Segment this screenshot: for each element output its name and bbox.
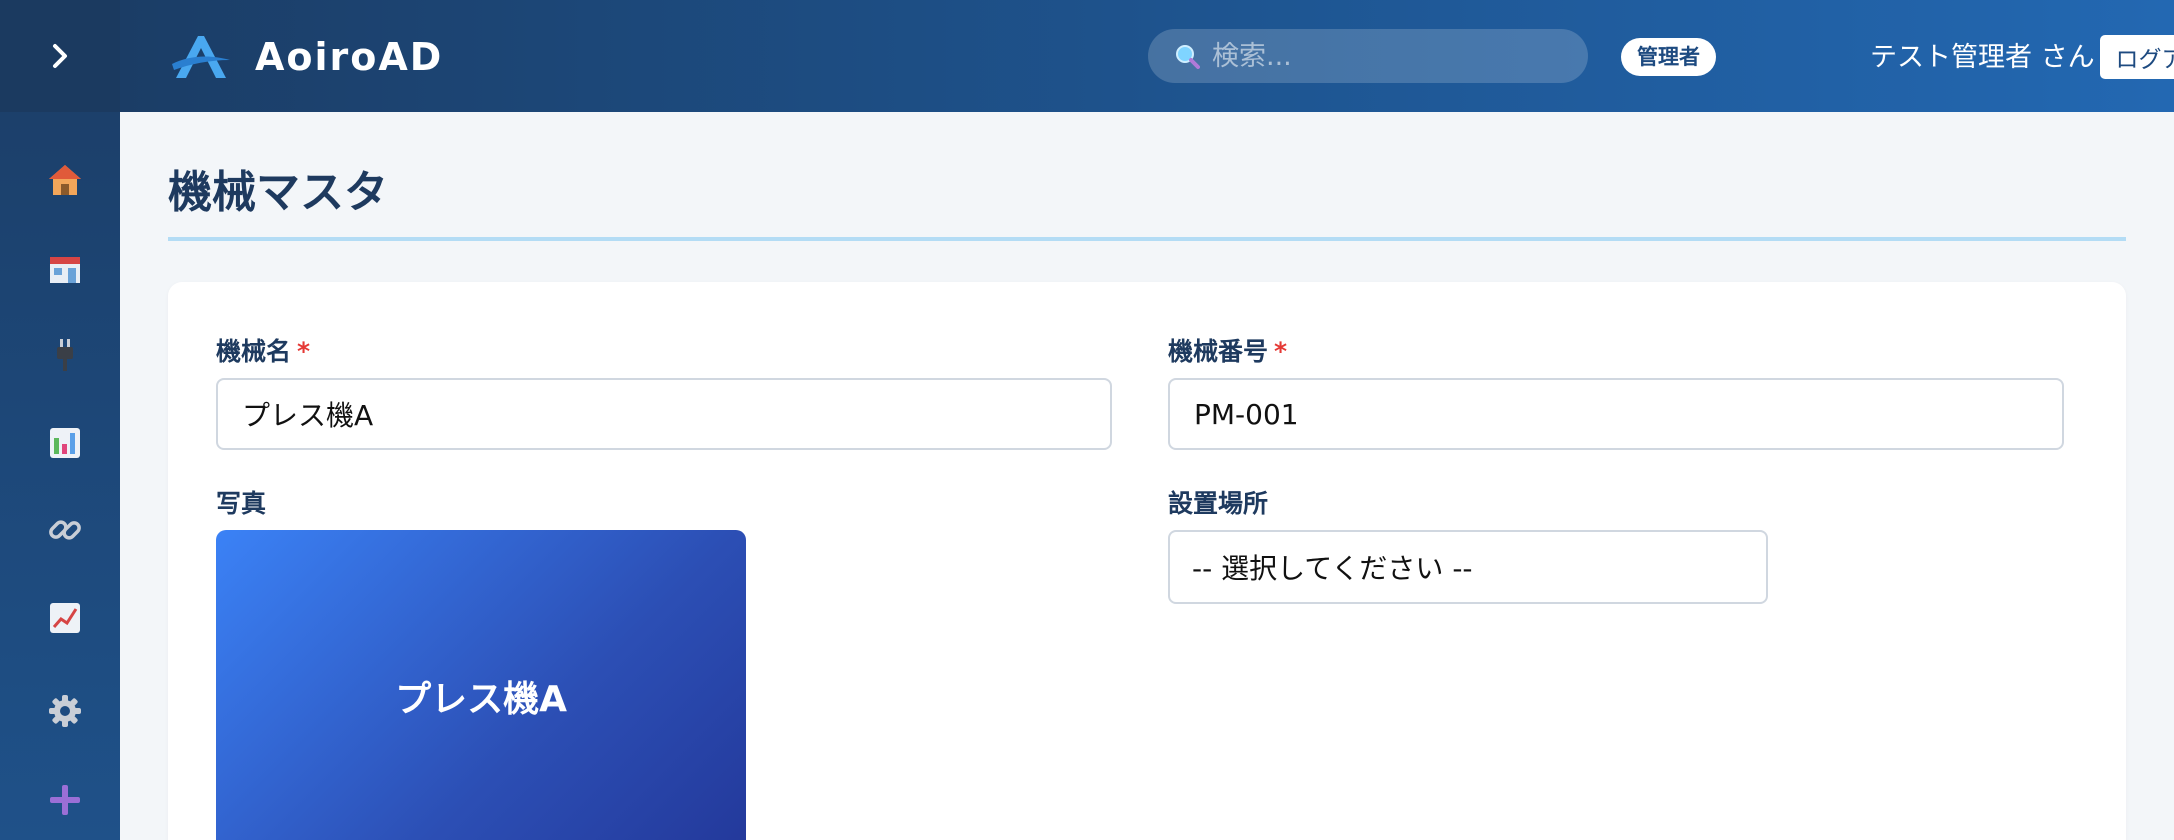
sidebar-item-bar-chart[interactable]	[40, 418, 90, 468]
machine-photo[interactable]: プレス機A	[216, 530, 746, 840]
role-badge: 管理者	[1621, 38, 1716, 76]
machine-name-label: 機械名 *	[216, 336, 310, 368]
photo-label: 写真	[216, 489, 267, 518]
sidebar-item-plug[interactable]	[40, 330, 90, 380]
plug-icon	[57, 339, 73, 371]
photo-caption: プレス機A	[395, 679, 567, 720]
app-logo-text: AoiroAD	[255, 35, 444, 79]
logout-button[interactable]: ログアウト	[2100, 35, 2174, 79]
sidebar-item-home[interactable]	[40, 155, 90, 205]
location-select[interactable]: -- 選択してください --	[1168, 530, 1768, 604]
sidebar-item-link[interactable]	[40, 505, 90, 555]
search-input[interactable]	[1212, 40, 1572, 72]
gear-icon	[49, 695, 81, 727]
plus-icon	[50, 785, 80, 815]
home-icon	[49, 165, 81, 195]
machine-name-input[interactable]	[216, 378, 1112, 450]
machine-number-label-text: 機械番号	[1168, 337, 1269, 366]
bar-chart-icon	[50, 428, 80, 458]
page-title: 機械マスタ	[168, 167, 388, 218]
sidebar	[0, 0, 120, 840]
sidebar-item-store[interactable]	[40, 243, 90, 293]
logo-icon	[172, 36, 230, 78]
location-select-value: -- 選択してください --	[1192, 552, 1473, 585]
machine-name-label-text: 機械名	[216, 337, 292, 366]
sidebar-item-add[interactable]	[40, 775, 90, 825]
link-icon	[49, 520, 81, 540]
location-label: 設置場所	[1168, 489, 1269, 518]
sidebar-item-settings[interactable]	[40, 686, 90, 736]
line-chart-icon	[50, 603, 80, 633]
title-divider	[168, 237, 2126, 241]
sidebar-toggle-button[interactable]	[0, 0, 120, 112]
search-box[interactable]	[1148, 29, 1588, 83]
required-mark: *	[297, 337, 311, 366]
store-icon	[50, 257, 80, 283]
machine-number-input[interactable]	[1168, 378, 2064, 450]
chevron-right-icon	[53, 44, 67, 68]
machine-number-label: 機械番号 *	[1168, 336, 1287, 368]
search-icon	[1176, 45, 1200, 69]
sidebar-item-line-chart[interactable]	[40, 593, 90, 643]
top-header: AoiroAD 管理者 テスト管理者 さん ログアウト	[120, 0, 2174, 112]
required-mark: *	[1274, 337, 1288, 366]
user-name: テスト管理者 さん	[1870, 42, 2095, 73]
